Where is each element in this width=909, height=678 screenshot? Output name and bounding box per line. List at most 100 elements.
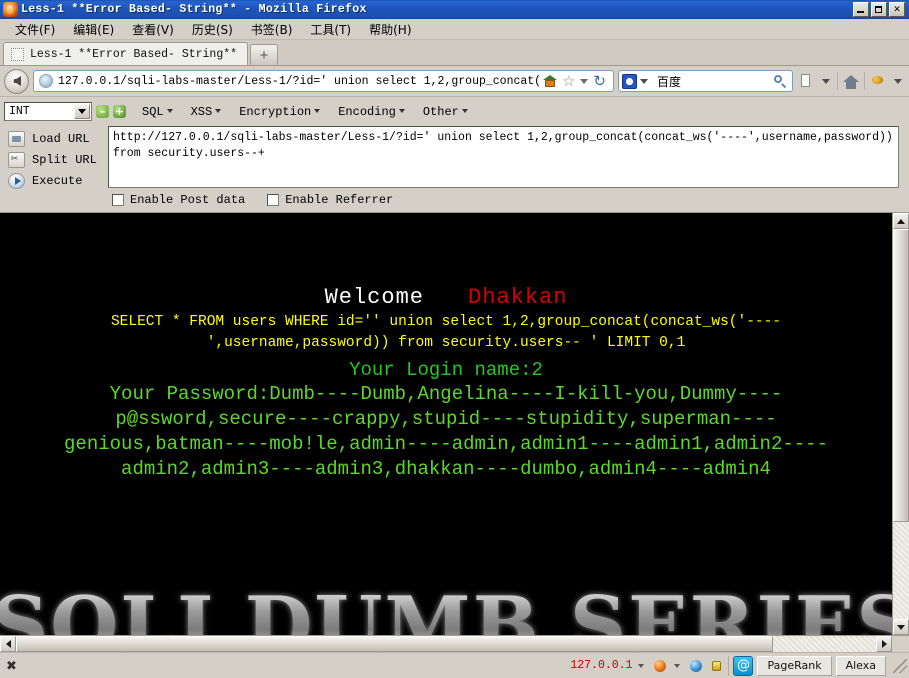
search-bar[interactable]: 百度 — [618, 70, 793, 92]
menu-bar: 文件(F) 编辑(E) 查看(V) 历史(S) 书签(B) 工具(T) 帮助(H… — [0, 19, 909, 40]
hackbar-url-textarea[interactable]: http://127.0.0.1/sqli-labs-master/Less-1… — [108, 126, 899, 188]
hackbar-menu-other[interactable]: Other — [417, 104, 476, 120]
window-title: Less-1 **Error Based- String** - Mozilla… — [21, 3, 367, 16]
firefox-status-icon[interactable] — [652, 658, 668, 674]
search-icon[interactable] — [773, 74, 787, 88]
home-button-icon[interactable] — [842, 71, 860, 91]
plus-icon: + — [114, 105, 125, 118]
alexa-button[interactable]: Alexa — [835, 655, 886, 676]
content-area: Welcome Dhakkan SELECT * FROM users WHERE… — [0, 212, 909, 635]
status-close-icon[interactable]: ✖ — [6, 658, 20, 674]
globe-icon[interactable] — [688, 658, 704, 674]
addon-bee-icon[interactable] — [869, 71, 887, 91]
scrollbar-corner — [892, 636, 909, 652]
baidu-engine-icon[interactable] — [622, 73, 637, 89]
search-engine-chevron-icon[interactable] — [640, 78, 648, 84]
hackbar-type-select[interactable]: INT — [4, 102, 92, 121]
enable-post-data-checkbox[interactable]: Enable Post data — [112, 193, 245, 207]
at-icon[interactable]: @ — [733, 655, 754, 676]
resize-grip-icon[interactable] — [893, 658, 907, 673]
addon-chevron-icon[interactable] — [894, 78, 902, 84]
play-icon — [8, 172, 25, 189]
increase-button[interactable]: + — [113, 105, 126, 118]
title-bar: Less-1 **Error Based- String** - Mozilla… — [0, 0, 909, 19]
tab-bar: Less-1 **Error Based- String** + — [0, 40, 909, 66]
password-dump-text: Your Password:Dumb----Dumb,Angelina----I… — [64, 383, 828, 481]
horizontal-scroll-thumb[interactable] — [16, 636, 773, 652]
menu-help[interactable]: 帮助(H) — [360, 19, 420, 40]
enable-referrer-checkbox[interactable]: Enable Referrer — [267, 193, 393, 207]
vertical-scroll-thumb[interactable] — [893, 229, 909, 522]
menu-edit[interactable]: 编辑(E) — [64, 19, 123, 40]
tab-label: Less-1 **Error Based- String** — [30, 47, 238, 61]
close-icon: ✕ — [893, 4, 901, 14]
checkbox-box[interactable] — [112, 194, 124, 206]
hackbar-menu-xss[interactable]: XSS — [185, 104, 230, 120]
hackbar-menu-encoding[interactable]: Encoding — [332, 104, 413, 120]
url-input[interactable]: 127.0.0.1/sqli-labs-master/Less-1/?id=' … — [58, 75, 540, 88]
chevron-down-icon-2[interactable] — [674, 663, 681, 668]
lock-icon[interactable] — [708, 658, 724, 674]
menu-tools[interactable]: 工具(T) — [301, 19, 360, 40]
home-page-icon[interactable] — [542, 74, 558, 88]
plus-icon: + — [259, 46, 269, 64]
menu-file[interactable]: 文件(F) — [6, 19, 64, 40]
url-bar[interactable]: 127.0.0.1/sqli-labs-master/Less-1/?id=' … — [33, 70, 614, 92]
vertical-scrollbar[interactable] — [892, 213, 909, 635]
chevron-down-icon[interactable] — [74, 104, 90, 119]
scroll-down-button[interactable] — [893, 619, 909, 635]
horizontal-scroll-track[interactable] — [16, 636, 876, 652]
site-identity-icon[interactable] — [39, 74, 53, 88]
hackbar-menu-other-label: Other — [422, 104, 459, 119]
hackbar-menu-sql[interactable]: SQL — [136, 104, 181, 120]
page-actions-chevron-icon[interactable] — [822, 78, 830, 84]
page-banner-text: SQLI DUMB SERIES — [0, 580, 892, 635]
back-button[interactable] — [4, 68, 29, 94]
navigation-toolbar: 127.0.0.1/sqli-labs-master/Less-1/?id=' … — [0, 66, 909, 96]
minimize-button[interactable] — [853, 2, 869, 17]
load-url-button[interactable]: Load URL — [4, 128, 104, 149]
search-input[interactable]: 百度 — [657, 73, 773, 90]
chevron-down-icon[interactable] — [638, 663, 645, 668]
horizontal-scrollbar[interactable] — [0, 635, 909, 652]
menu-bookmarks[interactable]: 书签(B) — [242, 19, 302, 40]
scroll-left-button[interactable] — [0, 636, 16, 652]
chevron-down-icon[interactable] — [580, 78, 589, 84]
checkbox-box[interactable] — [267, 194, 280, 206]
hackbar-menu-row: INT – + SQL XSS Encryption Encoding Othe… — [0, 100, 909, 124]
bookmark-star-icon[interactable]: ☆ — [562, 74, 575, 89]
menu-history[interactable]: 历史(S) — [183, 19, 242, 40]
execute-label: Execute — [32, 173, 83, 188]
chevron-down-icon — [215, 109, 222, 114]
scroll-right-button[interactable] — [876, 636, 892, 652]
scroll-up-button[interactable] — [893, 213, 909, 229]
toolbar-separator-2 — [864, 72, 865, 90]
hackbar-menu-encryption[interactable]: Encryption — [233, 104, 328, 120]
menu-view[interactable]: 查看(V) — [123, 19, 183, 40]
page-actions-icon[interactable] — [797, 71, 815, 91]
reload-icon[interactable]: ↻ — [593, 73, 606, 89]
back-arrow-icon — [12, 76, 21, 86]
status-ip-text: 127.0.0.1 — [570, 659, 633, 672]
execute-button[interactable]: Execute — [4, 170, 104, 191]
hackbar-menu-encoding-label: Encoding — [338, 104, 396, 119]
chevron-down-icon — [398, 109, 405, 114]
hackbar-main-row: Load URL Split URL Execute http://127.0.… — [0, 124, 909, 212]
vertical-scroll-track[interactable] — [893, 229, 909, 619]
welcome-text: Welcome — [324, 285, 424, 310]
maximize-button[interactable] — [871, 2, 887, 17]
minus-icon: – — [99, 105, 106, 118]
pagerank-button[interactable]: PageRank — [757, 655, 832, 676]
new-tab-button[interactable]: + — [250, 44, 279, 65]
enable-post-data-label: Enable Post data — [130, 193, 246, 207]
split-url-button[interactable]: Split URL — [4, 149, 104, 170]
toolbar-separator — [837, 72, 838, 90]
close-button[interactable]: ✕ — [889, 2, 905, 17]
brand-text: Dhakkan — [468, 285, 568, 310]
tab-active[interactable]: Less-1 **Error Based- String** — [3, 42, 249, 65]
page-content: Welcome Dhakkan SELECT * FROM users WHERE… — [0, 213, 892, 482]
login-name-text: Your Login name:2 — [349, 359, 543, 382]
hackbar-panel: INT – + SQL XSS Encryption Encoding Othe… — [0, 96, 909, 212]
decrease-button[interactable]: – — [96, 105, 109, 118]
split-url-label: Split URL — [32, 152, 97, 167]
